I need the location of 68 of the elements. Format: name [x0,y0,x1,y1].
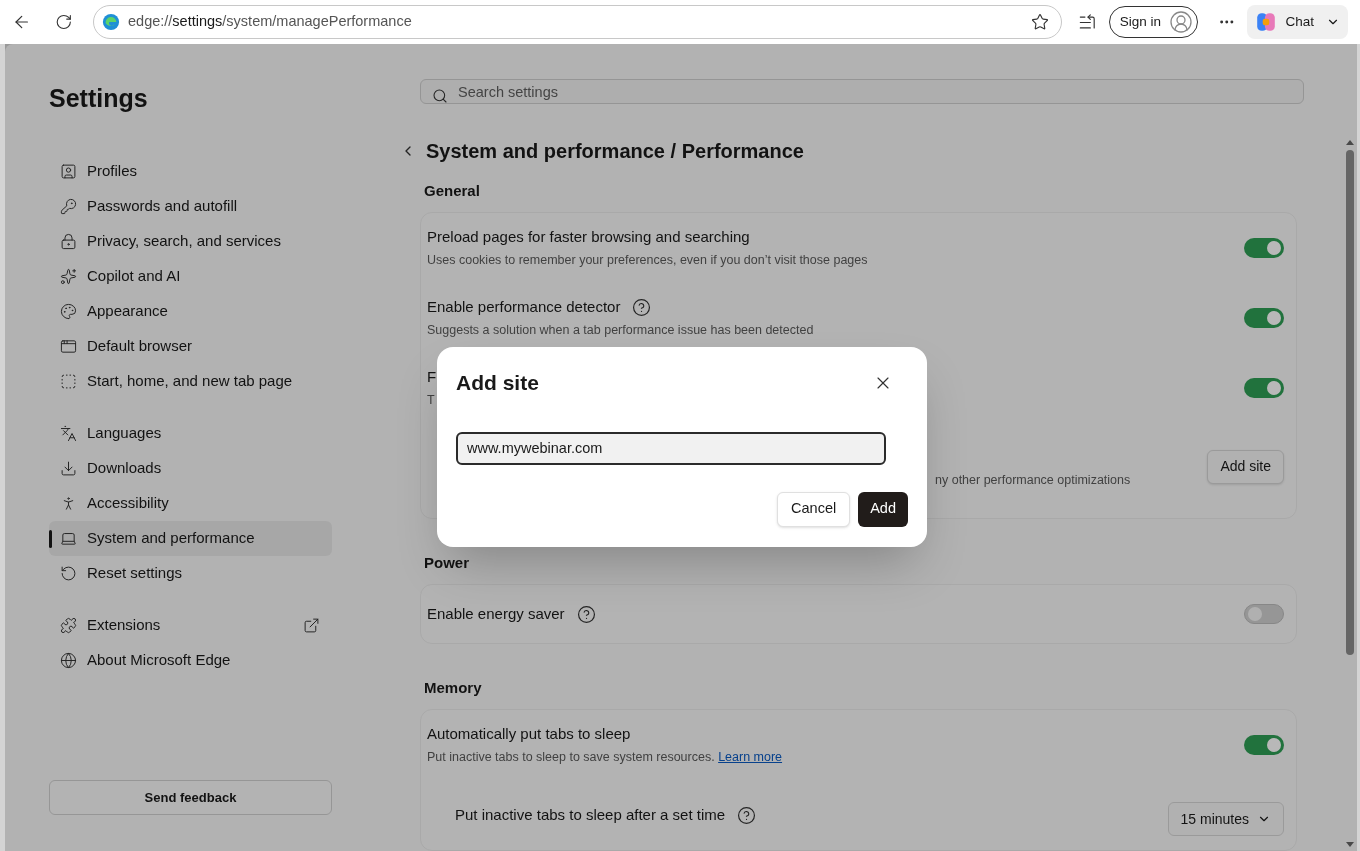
nav-item[interactable]: Start, home, and new tab page [49,364,332,399]
palette-icon [60,303,77,320]
setting-description: Suggests a solution when a tab performance issue has been detected [427,322,814,340]
setting-title: Preload pages for faster browsing and searching [427,226,750,247]
edge-logo-icon [102,13,120,31]
copilot-logo-icon [1255,11,1278,33]
toggle-switch[interactable] [1244,735,1284,755]
address-text: edge://settings/system/managePerformance [128,12,412,32]
nav-item[interactable]: Languages [49,416,332,451]
learn-more-link[interactable]: Learn more [718,750,783,765]
nav-item[interactable]: Extensions [49,608,332,643]
help-icon[interactable] [737,805,757,825]
setting-title: Enable energy saver [427,603,565,624]
settings-title: Settings [49,83,149,112]
site-input-field[interactable]: www.mywebinar.com [456,431,886,465]
avatar-icon [1168,10,1193,34]
window-icon [60,338,77,355]
add-button[interactable]: Add [858,491,908,527]
page-heading: System and performance / Performance [426,139,804,164]
setting-title: Automatically put tabs to sleep [427,723,631,744]
setting-description: Uses cookies to remember your preferences, even if you don’t visit those pages [427,252,868,270]
favorite-star-icon[interactable] [1031,13,1050,31]
nav-item[interactable]: Downloads [49,451,332,486]
section-title: Power [423,553,470,572]
cancel-button[interactable]: Cancel [777,491,851,527]
nav-item[interactable]: Profiles [49,154,332,189]
section-title: General [423,181,481,200]
setting-description: T [427,392,436,410]
send-feedback-button[interactable]: Send feedback [49,780,332,815]
setting-description: ny other performance optimizations [935,472,1131,490]
nav-item[interactable]: Reset settings [49,556,332,591]
help-icon[interactable] [632,297,652,317]
sparkle-icon [60,268,77,285]
profile-icon [60,163,77,180]
lock-icon [60,233,77,250]
toggle-switch[interactable] [1244,308,1284,328]
setting-title: Enable performance detector [427,296,621,317]
nav-item[interactable]: Passwords and autofill [49,189,332,224]
puzzle-icon [60,617,77,634]
nav-item[interactable]: Default browser [49,329,332,364]
nav-item[interactable]: Appearance [49,294,332,329]
toggle-switch[interactable] [1244,238,1284,258]
setting-title: Put inactive tabs to sleep after a set time [455,804,726,825]
setting-description: Put inactive tabs to sleep to save system resources. Learn more [427,749,783,767]
languages-icon [60,425,77,442]
dialog-title: Add site [456,370,539,396]
search-field[interactable]: Search settings [420,79,1304,104]
time-dropdown[interactable]: 15 minutes [1167,802,1284,836]
reset-icon [60,565,77,582]
toggle-switch[interactable] [1244,378,1284,398]
nav-item[interactable]: About Microsoft Edge [49,643,332,678]
nav-item[interactable]: Accessibility [49,486,332,521]
favorites-icon[interactable] [1078,12,1097,32]
help-icon[interactable] [576,604,596,624]
download-icon [60,460,77,477]
toggle-switch[interactable] [1244,604,1284,624]
nav-item[interactable]: Copilot and AI [49,259,332,294]
chat-button[interactable]: Chat [1247,5,1348,39]
globe-icon [60,652,77,669]
nav-item[interactable]: Privacy, search, and services [49,224,332,259]
search-icon [432,88,448,104]
reload-icon[interactable] [55,13,73,31]
nav-item[interactable]: System and performance [49,521,332,556]
section-title: Memory [423,678,483,697]
setting-title: F [427,366,437,387]
key-icon [60,198,77,215]
add-site-button[interactable]: Add site [1207,449,1284,484]
laptop-icon [60,530,77,547]
